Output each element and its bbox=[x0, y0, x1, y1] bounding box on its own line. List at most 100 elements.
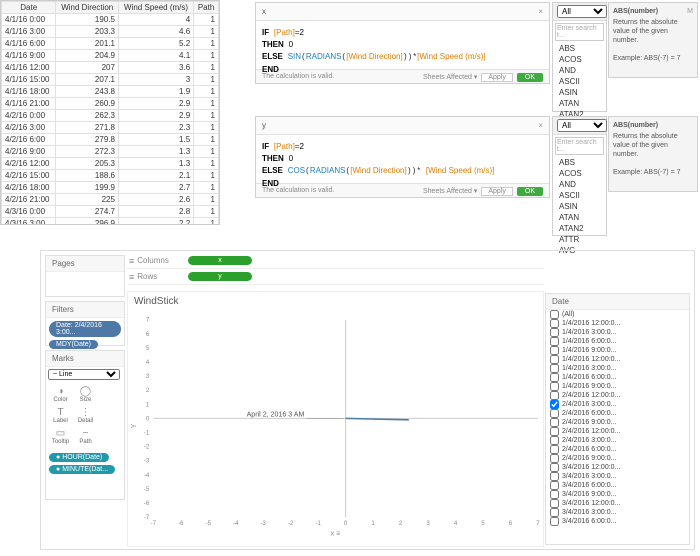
mark-label[interactable]: TLabel bbox=[48, 405, 73, 426]
function-list-y[interactable]: All Enter search t... ABSACOSANDASCIIASI… bbox=[552, 116, 607, 236]
rows-shelf[interactable]: ≡Rowsy bbox=[127, 269, 544, 285]
date-checkbox[interactable] bbox=[550, 508, 559, 517]
date-filter-card[interactable]: Date (All)1/4/2016 12:00:0...1/4/2016 3:… bbox=[545, 293, 690, 545]
sheets-affected[interactable]: Sheets Affected ▾ bbox=[423, 187, 477, 195]
mark-pill-minute[interactable]: ● MINUTE(Dat... bbox=[49, 465, 115, 474]
date-checkbox[interactable] bbox=[550, 328, 559, 337]
fn-search-input[interactable]: Enter search t... bbox=[555, 23, 604, 41]
date-filter-item[interactable]: 3/4/2016 9:00:0... bbox=[546, 490, 689, 499]
date-filter-item[interactable]: 3/4/2016 3:00:0... bbox=[546, 472, 689, 481]
expand-icon[interactable]: M bbox=[687, 7, 693, 16]
date-checkbox[interactable] bbox=[550, 481, 559, 490]
fn-item[interactable]: ATAN bbox=[553, 212, 606, 223]
date-checkbox[interactable] bbox=[550, 373, 559, 382]
date-filter-item[interactable]: 3/4/2016 6:00:0... bbox=[546, 481, 689, 490]
date-checkbox[interactable] bbox=[550, 490, 559, 499]
pages-shelf[interactable]: Pages bbox=[45, 255, 125, 297]
date-filter-item[interactable]: 3/4/2016 6:00:0... bbox=[546, 517, 689, 526]
date-filter-item[interactable]: 1/4/2016 6:00:0... bbox=[546, 373, 689, 382]
fn-item[interactable]: ABS bbox=[553, 43, 606, 54]
mark-tooltip[interactable]: ▭Tooltip bbox=[48, 426, 73, 447]
table-row[interactable]: 4/3/16 3:00296.92.21 bbox=[2, 218, 219, 226]
filter-pill-date[interactable]: Date: 2/4/2016 3:00... bbox=[49, 321, 121, 337]
date-checkbox[interactable] bbox=[550, 517, 559, 526]
table-row[interactable]: 4/2/16 12:00205.31.31 bbox=[2, 158, 219, 170]
table-row[interactable]: 4/1/16 0:00190.541 bbox=[2, 14, 219, 26]
apply-button[interactable]: Apply bbox=[481, 73, 513, 82]
date-filter-item[interactable]: 2/4/2016 6:00:0... bbox=[546, 445, 689, 454]
table-row[interactable]: 4/1/16 18:00243.81.91 bbox=[2, 86, 219, 98]
date-filter-item[interactable]: 2/4/2016 9:00:0... bbox=[546, 418, 689, 427]
fn-item[interactable]: AND bbox=[553, 179, 606, 190]
table-row[interactable]: 4/2/16 9:00272.31.31 bbox=[2, 146, 219, 158]
mark-size[interactable]: ◯Size bbox=[73, 384, 98, 405]
calc-code[interactable]: IF [Path]=2 THEN 0 ELSE SIN(RADIANS([Win… bbox=[256, 21, 549, 69]
fn-item[interactable]: ASCII bbox=[553, 76, 606, 87]
date-filter-item[interactable]: 1/4/2016 9:00:0... bbox=[546, 346, 689, 355]
ok-button[interactable]: OK bbox=[517, 73, 543, 82]
table-row[interactable]: 4/2/16 6:00279.81.51 bbox=[2, 134, 219, 146]
date-filter-item[interactable]: 2/4/2016 9:00:0... bbox=[546, 454, 689, 463]
table-row[interactable]: 4/2/16 18:00199.92.71 bbox=[2, 182, 219, 194]
date-filter-item[interactable]: 2/4/2016 6:00:0... bbox=[546, 409, 689, 418]
columns-shelf[interactable]: ≡Columnsx bbox=[127, 253, 544, 269]
date-checkbox[interactable] bbox=[550, 337, 559, 346]
sheets-affected[interactable]: Sheets Affected ▾ bbox=[423, 73, 477, 81]
date-checkbox[interactable] bbox=[550, 364, 559, 373]
table-row[interactable]: 4/1/16 15:00207.131 bbox=[2, 74, 219, 86]
date-checkbox[interactable] bbox=[550, 445, 559, 454]
date-checkbox[interactable] bbox=[550, 463, 559, 472]
function-list-x[interactable]: All Enter search t... ABSACOSANDASCIIASI… bbox=[552, 2, 607, 112]
fn-item[interactable]: ABS bbox=[553, 157, 606, 168]
pill-y[interactable]: y bbox=[188, 272, 252, 281]
fn-category-select[interactable]: All bbox=[557, 5, 607, 18]
ok-button[interactable]: OK bbox=[517, 187, 543, 196]
table-row[interactable]: 4/2/16 0:00262.32.91 bbox=[2, 110, 219, 122]
table-row[interactable]: 4/1/16 6:00201.15.21 bbox=[2, 38, 219, 50]
date-checkbox[interactable] bbox=[550, 472, 559, 481]
filters-shelf[interactable]: Filters Date: 2/4/2016 3:00... MDY(Date) bbox=[45, 301, 125, 346]
date-filter-item[interactable]: 1/4/2016 3:00:0... bbox=[546, 328, 689, 337]
date-checkbox[interactable] bbox=[550, 391, 559, 400]
fn-item[interactable]: AND bbox=[553, 65, 606, 76]
date-checkbox[interactable] bbox=[550, 418, 559, 427]
close-icon[interactable]: × bbox=[538, 121, 543, 130]
table-row[interactable]: 4/1/16 21:00260.92.91 bbox=[2, 98, 219, 110]
date-checkbox[interactable] bbox=[550, 346, 559, 355]
table-row[interactable]: 4/1/16 12:002073.61 bbox=[2, 62, 219, 74]
mark-detail[interactable]: ⋮Detail bbox=[73, 405, 98, 426]
calc-name[interactable]: x bbox=[262, 7, 266, 16]
col-header[interactable]: Date bbox=[2, 2, 56, 14]
fn-item[interactable]: ASCII bbox=[553, 190, 606, 201]
fn-item[interactable]: ASIN bbox=[553, 201, 606, 212]
close-icon[interactable]: × bbox=[538, 7, 543, 16]
mark-type-select[interactable]: ~ Line bbox=[48, 369, 120, 380]
fn-item[interactable]: ATTR bbox=[553, 234, 606, 245]
fn-item[interactable]: ATAN2 bbox=[553, 223, 606, 234]
fn-item[interactable]: ACOS bbox=[553, 168, 606, 179]
fn-item[interactable]: ASIN bbox=[553, 87, 606, 98]
fn-search-input[interactable]: Enter search t... bbox=[555, 137, 604, 155]
calc-code[interactable]: IF [Path]=2 THEN 0 ELSE COS(RADIANS([Win… bbox=[256, 135, 549, 183]
data-grid[interactable]: DateWind DirectionWind Speed (m/s)Path 4… bbox=[0, 0, 220, 225]
filter-pill-mdy[interactable]: MDY(Date) bbox=[49, 340, 98, 349]
apply-button[interactable]: Apply bbox=[481, 187, 513, 196]
calc-name[interactable]: y bbox=[262, 121, 266, 130]
table-row[interactable]: 4/1/16 3:00203.34.61 bbox=[2, 26, 219, 38]
date-checkbox[interactable] bbox=[550, 310, 559, 319]
date-filter-item[interactable]: 2/4/2016 12:00:0... bbox=[546, 391, 689, 400]
col-header[interactable]: Wind Speed (m/s) bbox=[118, 2, 193, 14]
mark-path[interactable]: ~Path bbox=[73, 426, 98, 447]
date-filter-item[interactable]: 1/4/2016 12:00:0... bbox=[546, 355, 689, 364]
table-row[interactable]: 4/2/16 3:00271.82.31 bbox=[2, 122, 219, 134]
date-filter-item[interactable]: 3/4/2016 12:00:0... bbox=[546, 463, 689, 472]
pill-x[interactable]: x bbox=[188, 256, 252, 265]
col-header[interactable]: Path bbox=[194, 2, 219, 14]
date-checkbox[interactable] bbox=[550, 355, 559, 364]
chart-area[interactable]: WindStick -7-6-5-4-3-2-101234567-7-6-5-4… bbox=[127, 291, 544, 547]
date-filter-item[interactable]: 2/4/2016 3:00:0... bbox=[546, 436, 689, 445]
date-checkbox[interactable] bbox=[550, 454, 559, 463]
date-checkbox[interactable] bbox=[550, 427, 559, 436]
date-checkbox[interactable] bbox=[550, 382, 559, 391]
date-filter-item[interactable]: 1/4/2016 12:00:0... bbox=[546, 319, 689, 328]
